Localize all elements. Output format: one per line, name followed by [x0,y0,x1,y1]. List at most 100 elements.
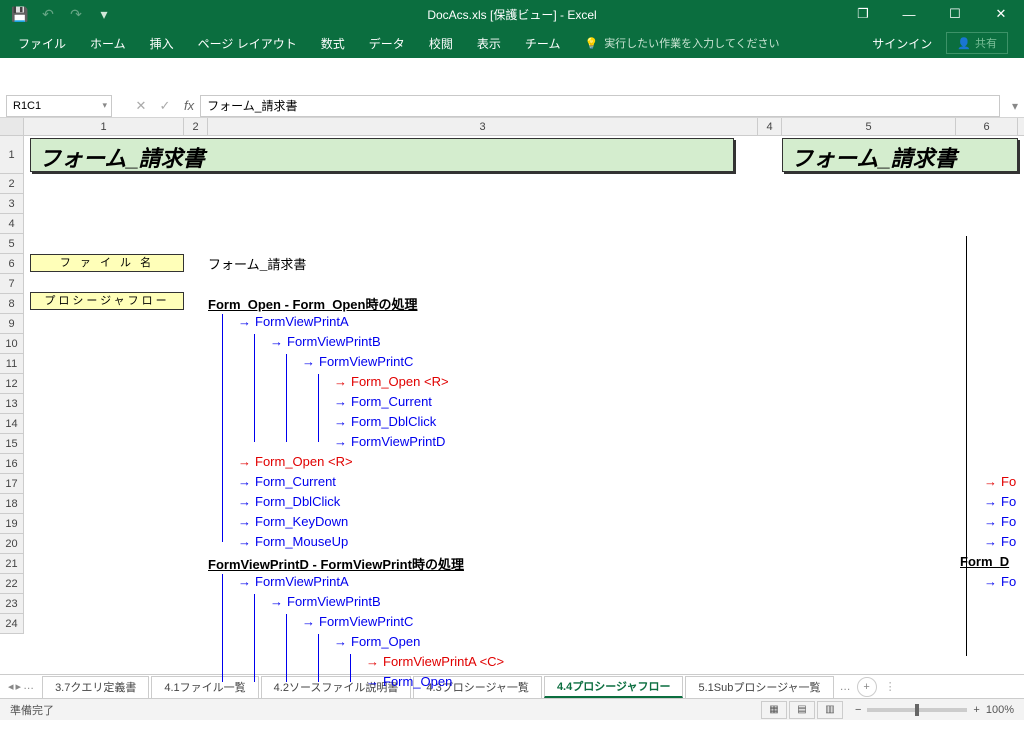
row-header-13[interactable]: 13 [0,394,24,414]
row-header-10[interactable]: 10 [0,334,24,354]
undo-button[interactable]: ↶ [36,3,60,25]
zoom-slider[interactable] [867,708,967,712]
flow-item[interactable]: →Form_Current [238,474,336,490]
tab-home[interactable]: ホーム [78,28,138,58]
sheet-tab[interactable]: 5.1Subプロシージャ一覧 [685,676,833,698]
redo-button[interactable]: ↷ [64,3,88,25]
col-header-2[interactable]: 2 [184,118,208,135]
tab-team[interactable]: チーム [513,28,573,58]
tab-pagelayout[interactable]: ページ レイアウト [186,28,309,58]
flow-item[interactable]: →Form_Current [334,394,432,410]
view-normal-button[interactable]: ▦ [761,701,787,719]
close-button[interactable]: ✕ [978,0,1024,28]
row-header-17[interactable]: 17 [0,474,24,494]
ribbon-options-button[interactable]: ❐ [840,0,886,28]
row-header-23[interactable]: 23 [0,594,24,614]
flow-item[interactable]: FormViewPrintD - FormViewPrint時の処理 [208,554,464,573]
filename-value[interactable]: フォーム_請求書 [208,254,306,273]
tab-insert[interactable]: 挿入 [138,28,186,58]
flow-item[interactable]: →FormViewPrintA <C> [366,654,504,670]
flow-item[interactable]: →Fo [984,494,1016,510]
name-box[interactable]: R1C1 [6,95,112,117]
formula-input[interactable]: フォーム_請求書 [200,95,1000,117]
label-filename[interactable]: フ ァ イ ル 名 [30,254,184,272]
row-header-7[interactable]: 7 [0,274,24,294]
row-header-21[interactable]: 21 [0,554,24,574]
tabs-overflow[interactable]: … [840,681,851,693]
tab-review[interactable]: 校閲 [417,28,465,58]
flow-item[interactable]: Form_Open - Form_Open時の処理 [208,294,417,313]
row-header-20[interactable]: 20 [0,534,24,554]
flow-item[interactable]: →FormViewPrintB [270,334,381,350]
flow-item[interactable]: →Fo [984,514,1016,530]
zoom-in-button[interactable]: + [973,704,979,716]
tab-nav-more[interactable]: … [23,680,34,693]
tab-data[interactable]: データ [357,28,417,58]
flow-item[interactable]: →FormViewPrintB [270,594,381,610]
tell-me-search[interactable]: 💡 実行したい作業を入力してください [584,35,779,51]
flow-item[interactable]: →FormViewPrintC [302,614,413,630]
tab-file[interactable]: ファイル [6,28,78,58]
row-header-2[interactable]: 2 [0,174,24,194]
row-header-14[interactable]: 14 [0,414,24,434]
select-all-corner[interactable] [0,118,24,135]
tab-formulas[interactable]: 数式 [309,28,357,58]
row-header-16[interactable]: 16 [0,454,24,474]
new-sheet-button[interactable]: + [857,677,877,697]
flow-item[interactable]: →Form_MouseUp [238,534,348,550]
col-header-6[interactable]: 6 [956,118,1018,135]
share-button[interactable]: 👤 共有 [946,32,1008,54]
row-header-18[interactable]: 18 [0,494,24,514]
row-header-4[interactable]: 4 [0,214,24,234]
flow-item[interactable]: →Form_KeyDown [238,514,348,530]
row-header-15[interactable]: 15 [0,434,24,454]
zoom-level[interactable]: 100% [986,704,1014,716]
row-header-24[interactable]: 24 [0,614,24,634]
title-cell-1[interactable]: フォーム_請求書 [30,138,734,172]
enter-formula-button[interactable]: ✓ [154,98,176,114]
col-header-3[interactable]: 3 [208,118,758,135]
view-pagelayout-button[interactable]: ▤ [789,701,815,719]
minimize-button[interactable]: — [886,0,932,28]
row-header-8[interactable]: 8 [0,294,24,314]
flow-item[interactable]: →Form_DblClick [238,494,340,510]
worksheet-area[interactable]: 1 2 3 4 5 6 1234567891011121314151617181… [0,118,1024,674]
tab-view[interactable]: 表示 [465,28,513,58]
flow-item[interactable]: →Form_Open [334,634,420,650]
tab-nav-prev[interactable]: ▸ [16,680,22,693]
row-header-6[interactable]: 6 [0,254,24,274]
flow-item[interactable]: →FormViewPrintD [334,434,445,450]
row-header-19[interactable]: 19 [0,514,24,534]
col-header-1[interactable]: 1 [24,118,184,135]
expand-formula-button[interactable]: ▾ [1006,99,1024,113]
flow-item[interactable]: →Fo [984,574,1016,590]
sheet-tab[interactable]: 3.7クエリ定義書 [42,676,149,698]
flow-item[interactable]: →Fo [984,534,1016,550]
view-pagebreak-button[interactable]: ▥ [817,701,843,719]
zoom-out-button[interactable]: − [855,704,861,716]
row-header-3[interactable]: 3 [0,194,24,214]
flow-item[interactable]: →Form_Open <R> [238,454,353,470]
row-header-22[interactable]: 22 [0,574,24,594]
col-header-4[interactable]: 4 [758,118,782,135]
sheet-tab[interactable]: 4.1ファイル一覧 [151,676,258,698]
fx-icon[interactable]: fx [184,98,194,113]
save-button[interactable]: 💾 [8,3,32,25]
label-procflow[interactable]: プロシージャフロー [30,292,184,310]
signin-link[interactable]: サインイン [872,35,932,52]
row-header-12[interactable]: 12 [0,374,24,394]
title-cell-2[interactable]: フォーム_請求書 [782,138,1018,172]
row-header-5[interactable]: 5 [0,234,24,254]
maximize-button[interactable]: ☐ [932,0,978,28]
cancel-formula-button[interactable]: ✕ [130,98,152,114]
col-header-5[interactable]: 5 [782,118,956,135]
flow-item[interactable]: →FormViewPrintC [302,354,413,370]
tab-nav-first[interactable]: ◂ [8,680,14,693]
flow-item[interactable]: →FormViewPrintA [238,574,349,590]
row-header-11[interactable]: 11 [0,354,24,374]
row-header-1[interactable]: 1 [0,136,24,174]
flow-item[interactable]: →FormViewPrintA [238,314,349,330]
flow-item[interactable]: →Form_DblClick [334,414,436,430]
flow-item[interactable]: →Fo [984,474,1016,490]
row-header-9[interactable]: 9 [0,314,24,334]
